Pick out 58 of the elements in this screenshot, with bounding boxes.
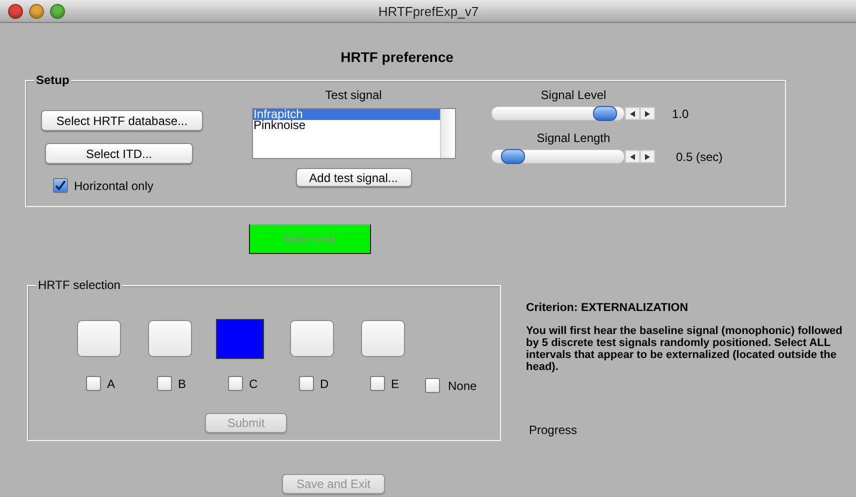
zoom-button[interactable]	[50, 4, 65, 18]
checkbox-label: D	[320, 376, 329, 390]
checkmark-icon	[55, 180, 66, 191]
window-title: HRTFprefExp_v7	[377, 4, 480, 18]
list-item[interactable]: Infrapitch	[252, 109, 440, 120]
slider-label: Signal Length	[536, 131, 612, 145]
progress-label: Progress	[529, 423, 578, 437]
scrollbar[interactable]	[440, 109, 454, 158]
checkbox-label: B	[178, 376, 186, 390]
step-right-button[interactable]	[640, 107, 655, 120]
interval-button[interactable]	[361, 320, 405, 357]
interval-button[interactable]	[290, 320, 334, 357]
interval-button[interactable]	[77, 320, 121, 357]
select-itd-button[interactable]: Select ITD...	[45, 143, 193, 164]
left-arrow-icon	[630, 110, 635, 116]
interval-button[interactable]	[148, 320, 192, 357]
checkbox-label: E	[391, 376, 400, 390]
slider-label: Signal Level	[540, 88, 608, 102]
criterion-title: Criterion: EXTERNALIZATION	[526, 302, 690, 314]
step-left-button[interactable]	[625, 107, 640, 120]
checkbox-label: C	[249, 376, 258, 390]
step-left-button[interactable]	[625, 150, 640, 163]
right-arrow-icon	[645, 110, 650, 116]
signal-list[interactable]: Infrapitch Pinknoise	[252, 108, 456, 159]
checkbox[interactable]	[228, 376, 243, 391]
interval-checkbox[interactable]: B	[157, 376, 186, 391]
panel-title: HRTF selection	[36, 278, 122, 292]
interval-checkbox[interactable]: E	[370, 376, 400, 391]
slider-thumb[interactable]	[500, 149, 525, 164]
checkbox[interactable]	[299, 376, 314, 391]
checkbox[interactable]	[370, 376, 385, 391]
interval-checkbox[interactable]: D	[299, 376, 329, 391]
slider-value: 0.5 (sec)	[676, 150, 723, 164]
close-button[interactable]	[8, 4, 23, 18]
step-right-button[interactable]	[640, 150, 655, 163]
right-arrow-icon	[645, 154, 650, 160]
interval-checkbox[interactable]: A	[86, 376, 116, 391]
checkbox-label: Horizontal only	[74, 178, 154, 192]
panel-title: Setup	[34, 73, 72, 87]
checkbox-label: None	[448, 378, 477, 392]
interval-checkbox[interactable]: C	[228, 376, 258, 391]
add-signal-button[interactable]: Add test signal...	[296, 168, 412, 187]
checkbox[interactable]	[425, 378, 440, 393]
minimize-button[interactable]	[29, 4, 44, 18]
none-checkbox[interactable]: None	[425, 378, 477, 393]
list-label: Test signal	[325, 88, 382, 102]
list-item[interactable]: Pinknoise	[252, 120, 440, 131]
instructions-text: You will first hear the baseline signal (monophonic) followed by 5 discrete test signals randomly positioned. Select ALL intervals that appear to be externalized (located outside the head).	[526, 325, 844, 373]
select-database-button[interactable]: Select HRTF database...	[41, 110, 203, 131]
checkbox[interactable]	[86, 376, 101, 391]
left-arrow-icon	[630, 154, 635, 160]
horizontal-only-checkbox[interactable]: Horizontal only	[53, 178, 154, 193]
checkbox-label: A	[107, 376, 116, 390]
page-heading: HRTF preference	[340, 49, 454, 65]
slider-value: 1.0	[672, 106, 689, 120]
slider-thumb[interactable]	[593, 106, 618, 121]
checkbox[interactable]	[53, 178, 68, 193]
checkbox[interactable]	[157, 376, 172, 391]
